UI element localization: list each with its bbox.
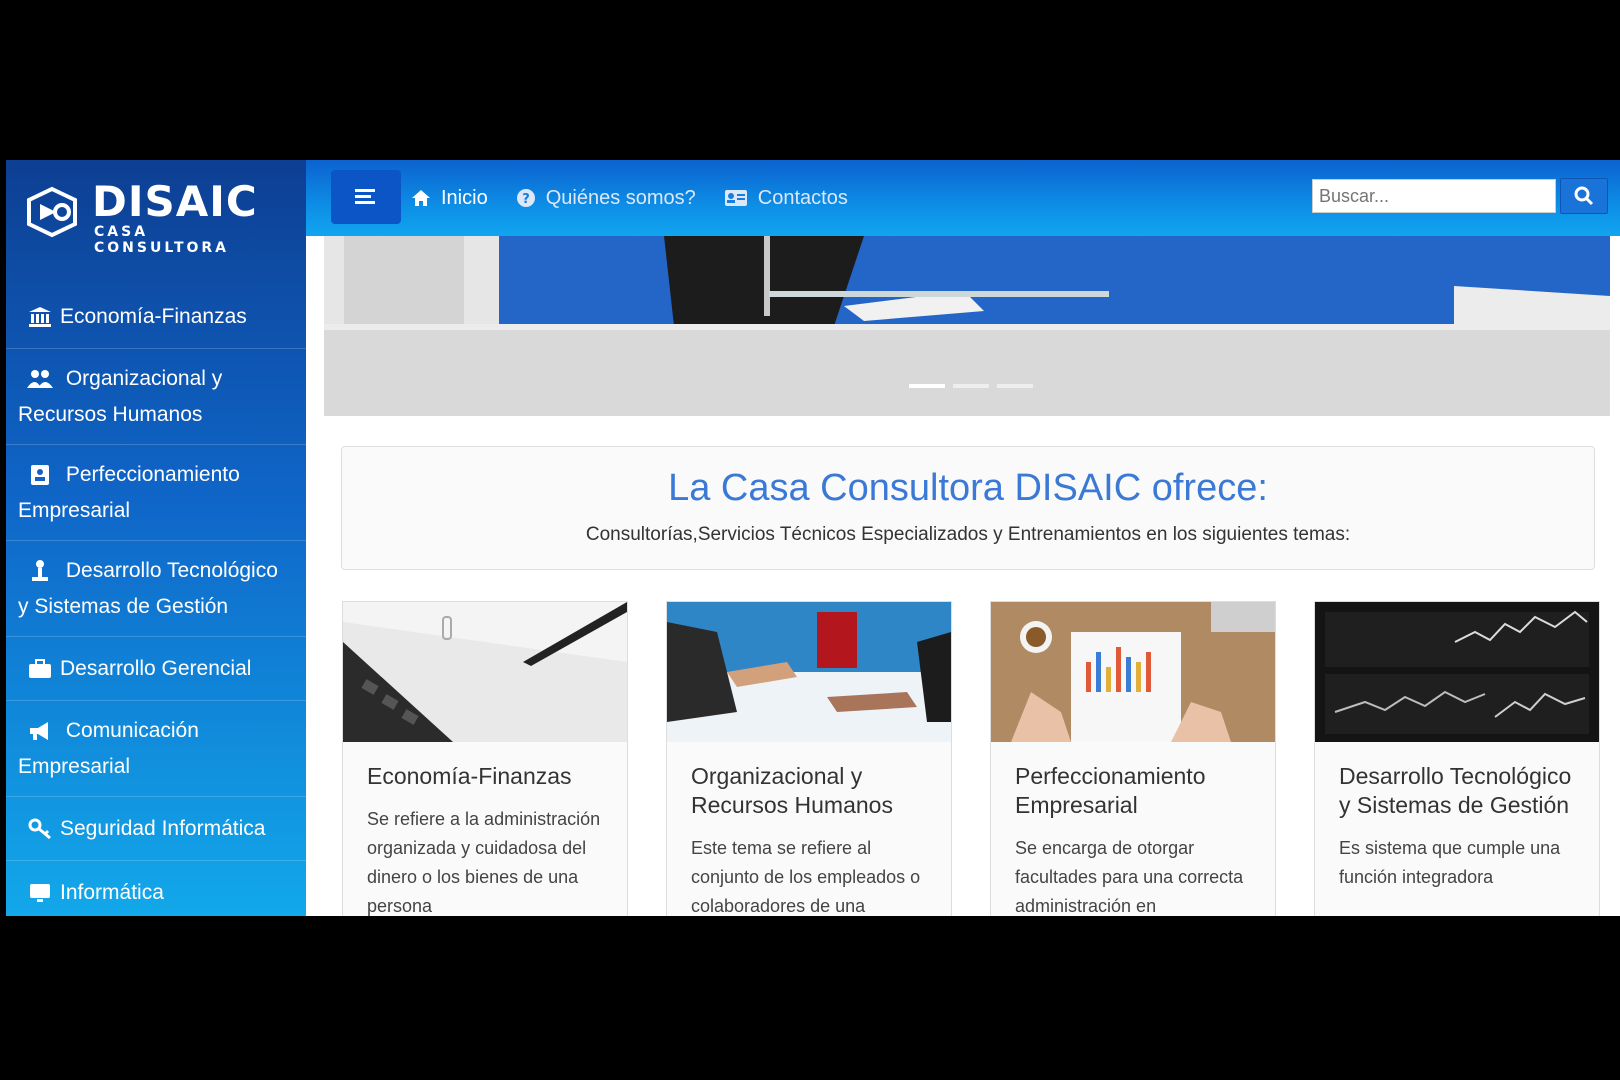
card-economia[interactable]: Economía-Finanzas Se refiere a la admini… [342, 601, 628, 916]
sidebar-item-organizacional[interactable]: Organizacional y Recursos Humanos [6, 349, 306, 445]
sidebar-item-seguridad[interactable]: Seguridad Informática [6, 797, 306, 861]
topic-cards: Economía-Finanzas Se refiere a la admini… [342, 601, 1600, 916]
browser-viewport: DISAIC CASA CONSULTORA Economía-Finanzas… [6, 160, 1620, 916]
logo-mark-icon [27, 186, 77, 238]
carousel-indicators [909, 384, 1033, 388]
main-nav: Inicio ? Quiénes somos? Contactos [411, 178, 848, 218]
sidebar-item-perfeccionamiento[interactable]: Perfeccionamiento Empresarial [6, 445, 306, 541]
brand-name: DISAIC [92, 177, 258, 226]
lamp-icon [26, 553, 54, 589]
card-desarrollo-tecnologico[interactable]: Desarrollo Tecnológico y Sistemas de Ges… [1314, 601, 1600, 916]
id-card-icon [26, 457, 54, 493]
sidebar-item-label: Informática [60, 881, 164, 904]
carousel-indicator[interactable] [997, 384, 1033, 388]
intro-panel: La Casa Consultora DISAIC ofrece: Consul… [341, 446, 1595, 570]
svg-text:?: ? [522, 192, 530, 207]
sidebar-item-label: Seguridad Informática [60, 817, 266, 840]
carousel-indicator[interactable] [909, 384, 945, 388]
nav-label: Quiénes somos? [545, 186, 696, 209]
card-title: Economía-Finanzas [367, 763, 572, 789]
sidebar-item-label: Economía-Finanzas [60, 305, 247, 328]
sidebar-item-label: Desarrollo Gerencial [60, 657, 252, 680]
charts-desk-image [991, 602, 1275, 742]
meeting-image [667, 602, 951, 742]
key-icon [26, 811, 54, 847]
nav-quienes-somos[interactable]: ? Quiénes somos? [516, 178, 696, 218]
sidebar-item-label: Desarrollo Tecnológico y Sistemas de Ges… [18, 559, 278, 618]
briefcase-icon [26, 651, 54, 687]
bank-icon [26, 299, 54, 335]
carousel-indicator[interactable] [953, 384, 989, 388]
sidebar-item-desarrollo-tecnologico[interactable]: Desarrollo Tecnológico y Sistemas de Ges… [6, 541, 306, 637]
monitor-icon [26, 875, 54, 911]
card-text: Se encarga de otorgar facultades para un… [1015, 838, 1244, 916]
question-circle-icon: ? [516, 189, 535, 207]
stock-screens-image [1315, 602, 1599, 742]
sidebar-item-comunicacion[interactable]: Comunicación Empresarial [6, 701, 306, 797]
search-button[interactable] [1560, 178, 1608, 214]
card-title: Desarrollo Tecnológico y Sistemas de Ges… [1339, 763, 1572, 818]
bullhorn-icon [26, 713, 54, 749]
home-icon [412, 190, 430, 206]
intro-subtitle: Consultorías,Servicios Técnicos Especial… [585, 524, 1351, 545]
nav-label: Inicio [441, 186, 488, 209]
search-form [1312, 178, 1608, 214]
card-perfeccionamiento[interactable]: Perfeccionamiento Empresarial Se encarga… [990, 601, 1276, 916]
nav-inicio[interactable]: Inicio [411, 178, 488, 218]
top-navbar: Inicio ? Quiénes somos? Contactos [306, 160, 1620, 236]
card-text: Este tema se refiere al conjunto de los … [691, 838, 921, 916]
calculator-image [343, 602, 627, 742]
sidebar-item-desarrollo-gerencial[interactable]: Desarrollo Gerencial [6, 637, 306, 701]
users-icon [26, 361, 54, 397]
card-text: Es sistema que cumple una función integr… [1339, 838, 1561, 887]
card-text: Se refiere a la administración organizad… [367, 809, 601, 916]
sidebar-item-informatica[interactable]: Informática [6, 861, 306, 916]
card-title: Perfeccionamiento Empresarial [1015, 763, 1206, 818]
search-icon [1574, 186, 1594, 206]
nav-label: Contactos [757, 186, 848, 209]
intro-title: La Casa Consultora DISAIC ofrece: [668, 467, 1268, 509]
sidebar-item-economia[interactable]: Economía-Finanzas [6, 285, 306, 349]
card-organizacional[interactable]: Organizacional y Recursos Humanos Este t… [666, 601, 952, 916]
card-title: Organizacional y Recursos Humanos [691, 763, 893, 818]
sidebar-menu: Economía-Finanzas Organizacional y Recur… [6, 285, 306, 916]
contact-card-icon [724, 190, 747, 206]
brand-subtitle: CASA CONSULTORA [94, 224, 230, 256]
menu-icon [355, 189, 375, 204]
search-input[interactable] [1312, 179, 1556, 213]
sidebar: DISAIC CASA CONSULTORA Economía-Finanzas… [6, 160, 306, 916]
hero-image [324, 236, 1610, 416]
logo[interactable]: DISAIC CASA CONSULTORA [26, 177, 286, 256]
nav-contactos[interactable]: Contactos [724, 178, 848, 218]
hero-carousel[interactable] [324, 236, 1610, 416]
sidebar-toggle-button[interactable] [331, 170, 401, 224]
